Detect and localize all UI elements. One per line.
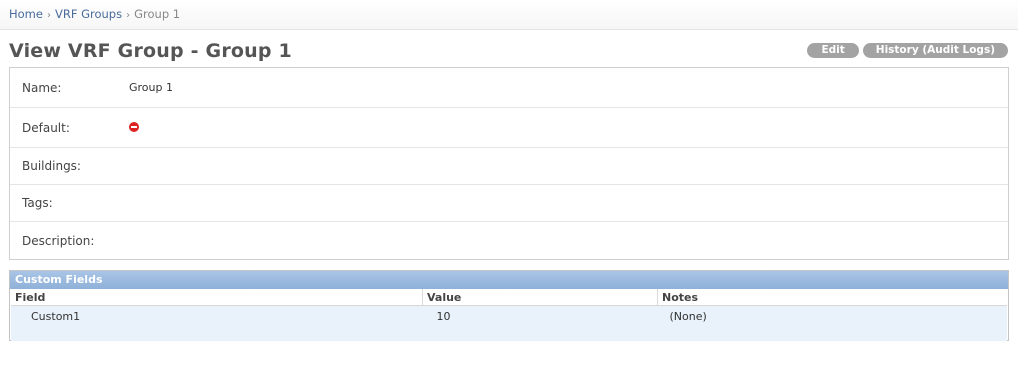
history-audit-logs-button[interactable]: History (Audit Logs) bbox=[862, 43, 1008, 58]
cell-field: Custom1 bbox=[11, 305, 423, 341]
page-actions: Edit History (Audit Logs) bbox=[807, 43, 1008, 58]
cell-notes: (None) bbox=[657, 305, 1007, 341]
breadcrumb-vrf-groups-link[interactable]: VRF Groups bbox=[55, 7, 122, 21]
detail-row-description: Description: bbox=[10, 222, 1008, 259]
detail-label: Default: bbox=[22, 120, 70, 135]
custom-fields-panel: Custom Fields Field Value Notes Custom1 … bbox=[9, 270, 1009, 341]
detail-row-tags: Tags: bbox=[10, 185, 1008, 222]
detail-label: Buildings: bbox=[22, 159, 81, 173]
table-header-row: Field Value Notes bbox=[11, 289, 1007, 306]
detail-value bbox=[129, 120, 139, 135]
detail-row-name: Name: Group 1 bbox=[10, 68, 1008, 108]
column-header-value[interactable]: Value bbox=[422, 289, 658, 306]
column-header-field[interactable]: Field bbox=[11, 289, 423, 306]
detail-label: Name: bbox=[22, 80, 62, 95]
detail-row-buildings: Buildings: bbox=[10, 148, 1008, 185]
detail-value: Group 1 bbox=[129, 81, 173, 94]
breadcrumb-separator: › bbox=[126, 10, 131, 21]
cell-value: 10 bbox=[422, 305, 658, 341]
page-title: View VRF Group - Group 1 bbox=[9, 40, 292, 62]
details-panel: Name: Group 1 Default: Buildings: Tags: … bbox=[9, 67, 1009, 260]
custom-fields-table: Field Value Notes Custom1 10 (None) bbox=[11, 289, 1007, 341]
column-header-notes[interactable]: Notes bbox=[657, 289, 1007, 306]
breadcrumb-separator: › bbox=[46, 10, 51, 21]
no-entry-icon bbox=[129, 122, 139, 132]
edit-button[interactable]: Edit bbox=[807, 43, 859, 58]
detail-label: Tags: bbox=[22, 196, 53, 210]
table-row: Custom1 10 (None) bbox=[11, 305, 1007, 341]
breadcrumb-current: Group 1 bbox=[134, 7, 181, 21]
custom-fields-header: Custom Fields bbox=[10, 271, 1008, 289]
detail-label: Description: bbox=[22, 233, 95, 248]
breadcrumb: Home › VRF Groups › Group 1 bbox=[0, 0, 1018, 30]
detail-row-default: Default: bbox=[10, 108, 1008, 148]
breadcrumb-home-link[interactable]: Home bbox=[9, 7, 43, 21]
